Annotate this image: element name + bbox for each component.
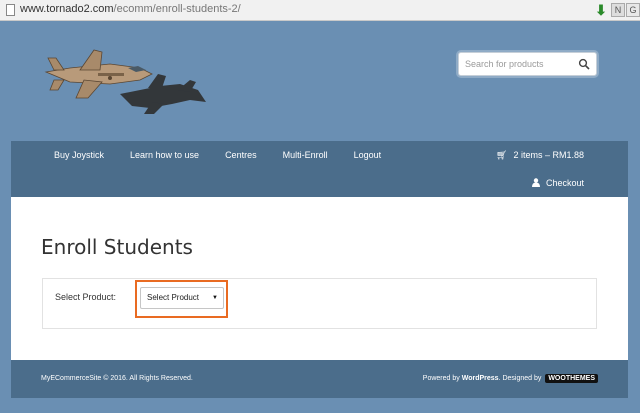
url-host: www.tornado2.com [20,3,114,15]
nav-item-centres[interactable]: Centres [225,150,257,160]
url-path: /ecomm/enroll-students-2/ [113,3,241,15]
user-icon [531,178,540,187]
designed-by-text: . Designed by [498,375,542,382]
checkout-link[interactable]: Checkout [531,178,584,188]
url-text[interactable]: www.tornado2.com/ecomm/enroll-students-2… [20,3,241,15]
footer-credits: Powered by WordPress. Designed by WOOTHE… [423,374,598,383]
nav-menu: Buy Joystick Learn how to use Centres Mu… [54,150,407,160]
select-product-label: Select Product: [55,292,117,302]
woothemes-logo[interactable]: WOOTHEMES [545,374,598,383]
cart-summary: 2 items – RM1.88 [513,150,584,160]
enroll-form: Select Product: Select Product ▼ [42,278,597,329]
search-icon[interactable] [578,58,590,70]
search-input[interactable] [465,56,575,72]
product-select-value: Select Product [147,293,200,302]
wordpress-link[interactable]: WordPress [462,375,499,382]
cart-icon: 🛒︎ [496,150,508,160]
powered-by-text: Powered by [422,375,460,382]
nav-item-learn-how-to-use[interactable]: Learn how to use [130,150,199,160]
cart-link[interactable]: 🛒︎ 2 items – RM1.88 [496,150,584,161]
page-content: Enroll Students Select Product: Select P… [11,197,628,360]
nav-item-multi-enroll[interactable]: Multi-Enroll [283,150,328,160]
nav-item-buy-joystick[interactable]: Buy Joystick [54,150,104,160]
page-icon [6,4,15,16]
download-arrow-icon[interactable]: ⬇ [594,3,608,17]
product-search[interactable] [458,52,597,76]
copyright-text: MyECommerceSite © 2016. All Rights Reser… [41,375,193,382]
dropdown-arrow-icon: ▼ [212,295,218,301]
product-select[interactable]: Select Product ▼ [140,287,224,309]
nav-item-logout[interactable]: Logout [354,150,382,160]
page-title: Enroll Students [41,235,193,259]
browser-address-bar[interactable]: www.tornado2.com/ecomm/enroll-students-2… [0,0,640,21]
main-navigation: Buy Joystick Learn how to use Centres Mu… [11,141,628,197]
extension-g-icon[interactable]: G [626,3,640,17]
extension-n-icon[interactable]: N [611,3,625,17]
checkout-label: Checkout [545,178,584,188]
site-footer: MyECommerceSite © 2016. All Rights Reser… [11,360,628,398]
site-logo-jet[interactable] [40,42,210,122]
